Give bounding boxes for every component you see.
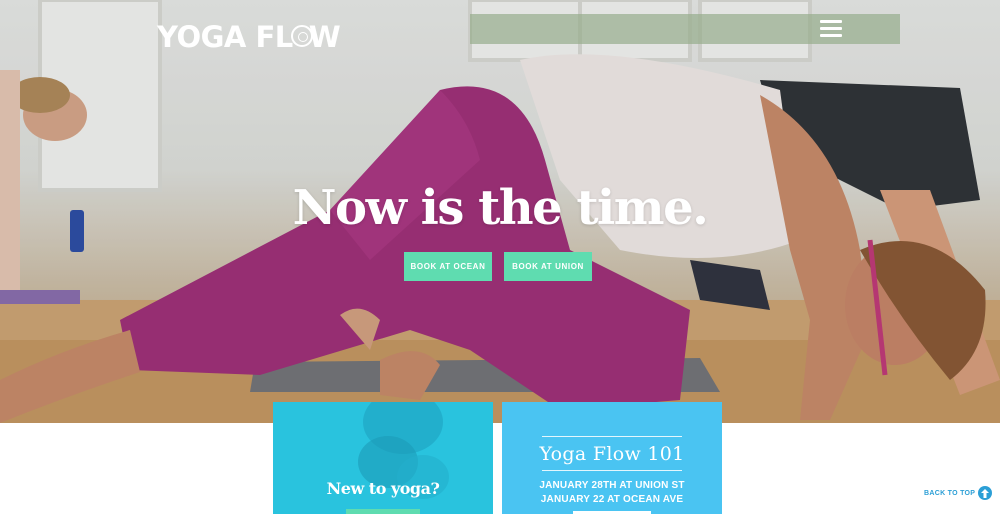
card-title: Yoga Flow 101: [539, 443, 685, 465]
arrow-up-circle-icon: [978, 486, 993, 500]
book-at-union-button[interactable]: BOOK AT UNION: [504, 252, 592, 281]
card-title: New to yoga?: [326, 479, 440, 498]
back-to-top-label: BACK TO TOP: [924, 489, 976, 497]
hero-section: YOGA FL W Now is the time. BOOK AT OCEAN…: [0, 0, 1000, 423]
book-at-ocean-button[interactable]: BOOK AT OCEAN: [404, 252, 492, 281]
card-button-stub[interactable]: [346, 509, 420, 514]
divider: [542, 436, 682, 437]
hamburger-menu-icon[interactable]: [820, 20, 842, 38]
new-to-yoga-card[interactable]: New to yoga?: [273, 402, 493, 514]
event-dates: JANUARY 28TH AT UNION ST JANUARY 22 AT O…: [502, 479, 722, 507]
site-logo[interactable]: YOGA FL W: [157, 17, 341, 57]
logo-text-left: YOGA FL: [157, 20, 293, 54]
event-date: JANUARY 22 AT OCEAN AVE: [540, 494, 684, 505]
divider: [542, 470, 682, 471]
event-date: JANUARY 28TH AT UNION ST: [539, 480, 685, 491]
logo-seal-icon: [290, 25, 313, 47]
logo-text-right: W: [308, 20, 341, 54]
back-to-top-link[interactable]: BACK TO TOP: [924, 486, 993, 500]
yoga-flow-101-card[interactable]: Yoga Flow 101 JANUARY 28TH AT UNION ST J…: [502, 402, 722, 514]
hero-headline: Now is the time.: [292, 180, 709, 236]
